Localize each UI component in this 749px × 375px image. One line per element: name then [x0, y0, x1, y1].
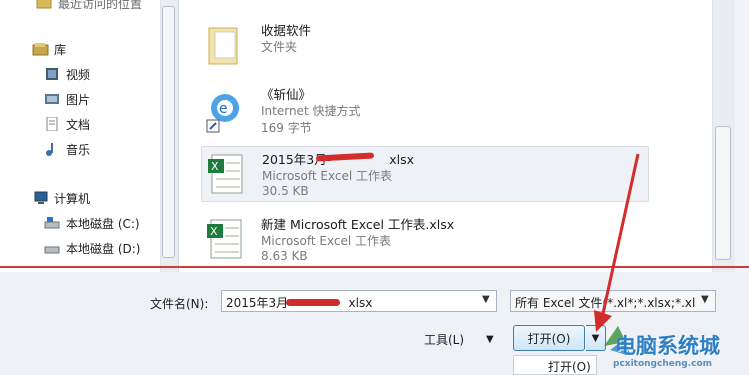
- file-list-scrollbar-thumb[interactable]: [715, 126, 731, 260]
- nav-item-pictures[interactable]: 图片: [44, 88, 90, 110]
- video-icon: [44, 67, 60, 81]
- file-name: 《斩仙》: [261, 87, 312, 102]
- nav-item-drive-d[interactable]: 本地磁盘 (D:): [44, 237, 140, 259]
- file-size: 8.63 KB: [261, 249, 308, 263]
- svg-text:X: X: [210, 225, 218, 238]
- nav-item-computer[interactable]: 计算机: [32, 187, 90, 209]
- nav-item-video[interactable]: 视频: [44, 63, 90, 85]
- library-icon: [32, 42, 49, 56]
- file-item[interactable]: X 新建 Microsoft Excel 工作表.xlsx Microsoft …: [201, 212, 649, 268]
- nav-item-label: 图片: [66, 92, 91, 107]
- file-type: Internet 快捷方式: [261, 104, 361, 118]
- file-type: Microsoft Excel 工作表: [261, 234, 392, 248]
- nav-item-label: 本地磁盘 (C:): [66, 216, 140, 231]
- drive-icon: [44, 241, 60, 255]
- folder-icon: [205, 24, 243, 66]
- file-type: Microsoft Excel 工作表: [262, 169, 393, 183]
- navigation-pane: 最近访问的位置 库 视频 图片 文档 音乐 计算机 本地磁盘 (C:) 本地磁盘…: [0, 0, 179, 272]
- filename-input[interactable]: 2015年3月-xlsx: [221, 290, 497, 312]
- file-item[interactable]: 收据软件 文件夹: [201, 18, 649, 74]
- open-menu-item[interactable]: 打开(O): [513, 355, 597, 375]
- file-name: 收据软件: [261, 23, 312, 38]
- ie-shortcut-icon: e: [205, 88, 243, 133]
- nav-item-label: 库: [54, 42, 67, 57]
- nav-item-label: 本地磁盘 (D:): [66, 241, 141, 256]
- watermark-text: 电脑系统城: [615, 334, 720, 358]
- excel-file-icon: X: [205, 218, 243, 260]
- music-icon: [44, 142, 60, 156]
- computer-icon: [32, 191, 48, 205]
- recent-places-icon: [36, 0, 52, 10]
- nav-item-label: 视频: [66, 67, 91, 82]
- nav-item-library[interactable]: 库: [32, 38, 66, 60]
- file-item-selected[interactable]: X 2015年3月-xlsx Microsoft Excel 工作表 30.5 …: [201, 146, 649, 202]
- svg-text:e: e: [219, 101, 228, 117]
- file-item[interactable]: e 《斩仙》 Internet 快捷方式 169 字节: [201, 82, 649, 138]
- chevron-down-icon[interactable]: ▼: [486, 334, 494, 345]
- picture-icon: [44, 92, 60, 106]
- nav-item-documents[interactable]: 文档: [44, 113, 90, 135]
- drive-icon: [44, 216, 60, 230]
- chevron-down-icon[interactable]: ▼: [701, 294, 709, 305]
- svg-text:X: X: [211, 160, 219, 173]
- nav-item-label: 文档: [66, 117, 91, 132]
- file-size: 30.5 KB: [262, 184, 309, 198]
- annotation-arrow: [594, 153, 640, 332]
- filename-label: 文件名(N):: [150, 297, 209, 311]
- open-button[interactable]: 打开(O): [513, 325, 585, 351]
- nav-item-label: 最近访问的位置: [58, 0, 143, 11]
- watermark-url: pcxitongcheng.com: [613, 359, 713, 369]
- file-size: 169 字节: [261, 121, 312, 135]
- file-name: 新建 Microsoft Excel 工作表.xlsx: [261, 217, 455, 232]
- nav-item-recent[interactable]: 最近访问的位置: [36, 0, 142, 14]
- nav-item-music[interactable]: 音乐: [44, 138, 90, 160]
- redaction-mark: [286, 299, 340, 306]
- nav-item-label: 音乐: [66, 142, 91, 157]
- nav-item-label: 计算机: [54, 191, 91, 206]
- nav-item-drive-c[interactable]: 本地磁盘 (C:): [44, 212, 140, 234]
- file-type: 文件夹: [261, 40, 298, 54]
- nav-scrollbar-thumb[interactable]: [162, 6, 175, 258]
- chevron-down-icon[interactable]: ▼: [482, 294, 490, 305]
- document-icon: [44, 116, 60, 132]
- tools-button[interactable]: 工具(L): [424, 331, 464, 348]
- excel-file-icon: X: [206, 153, 244, 195]
